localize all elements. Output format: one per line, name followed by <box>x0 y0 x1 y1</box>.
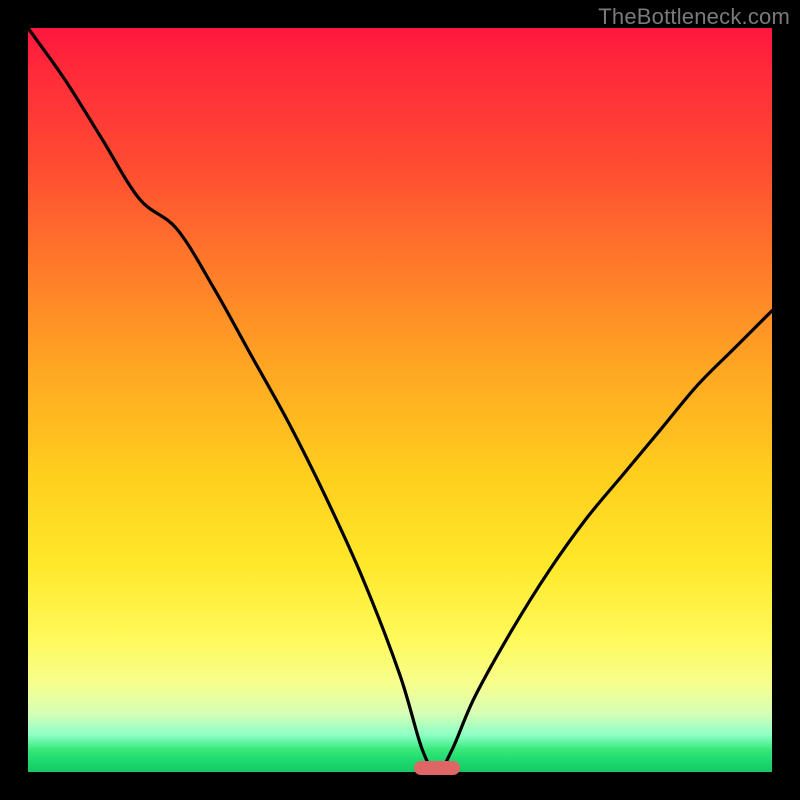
bottleneck-curve <box>28 28 772 772</box>
plot-area <box>28 28 772 772</box>
chart-frame: TheBottleneck.com <box>0 0 800 800</box>
watermark-text: TheBottleneck.com <box>598 4 790 30</box>
curve-path <box>28 28 772 772</box>
minimum-marker <box>414 761 460 775</box>
